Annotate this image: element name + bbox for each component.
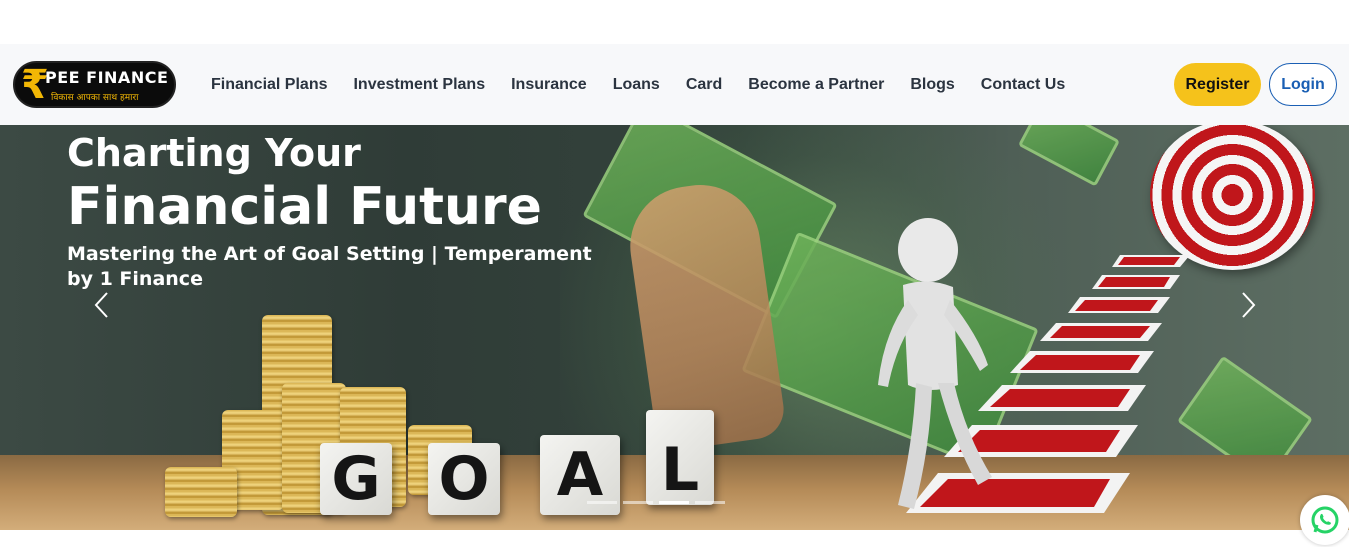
carousel-indicator[interactable] <box>695 501 725 504</box>
carousel-prev-button[interactable] <box>90 290 114 320</box>
coin-stack-image <box>165 467 237 517</box>
hero-subtitle: Mastering the Art of Goal Setting | Temp… <box>67 243 592 290</box>
goal-letter-block: L <box>646 410 714 505</box>
chevron-left-icon <box>94 292 108 318</box>
carousel-indicators <box>587 501 731 504</box>
nav-investment-plans[interactable]: Investment Plans <box>353 76 485 94</box>
hero-title-line-2: Financial Future <box>67 177 542 237</box>
login-button[interactable]: Login <box>1269 63 1337 106</box>
register-button[interactable]: Register <box>1174 63 1261 106</box>
goal-letter-block: G <box>320 443 392 515</box>
chevron-right-icon <box>1242 292 1256 318</box>
carousel-indicator[interactable] <box>587 501 617 504</box>
nav-become-a-partner[interactable]: Become a Partner <box>748 76 884 94</box>
nav-loans[interactable]: Loans <box>613 76 660 94</box>
nav-financial-plans[interactable]: Financial Plans <box>211 76 327 94</box>
goal-letter-block: O <box>428 443 500 515</box>
nav-blogs[interactable]: Blogs <box>910 76 954 94</box>
carousel-indicator-active[interactable] <box>659 501 689 504</box>
nav-contact-us[interactable]: Contact Us <box>981 76 1065 94</box>
hero-carousel: G O A L Charting Your Financial Future M… <box>0 125 1349 530</box>
logo-brand-text: PEE FINANCE <box>45 68 169 87</box>
hero-title-line-1: Charting Your <box>67 131 361 175</box>
carousel-next-button[interactable] <box>1236 290 1260 320</box>
whatsapp-chat-button[interactable] <box>1300 495 1349 545</box>
nav-insurance[interactable]: Insurance <box>511 76 587 94</box>
main-nav: Financial Plans Investment Plans Insuran… <box>211 44 1091 125</box>
nav-card[interactable]: Card <box>686 76 722 94</box>
whatsapp-icon <box>1311 506 1339 534</box>
logo-tagline: विकास आपका साथ हमारा <box>51 93 139 103</box>
site-logo[interactable]: ₹ PEE FINANCE विकास आपका साथ हमारा <box>13 61 176 108</box>
walking-figure-image <box>878 218 992 509</box>
navbar: ₹ PEE FINANCE विकास आपका साथ हमारा Finan… <box>0 44 1349 125</box>
carousel-indicator[interactable] <box>623 501 653 504</box>
